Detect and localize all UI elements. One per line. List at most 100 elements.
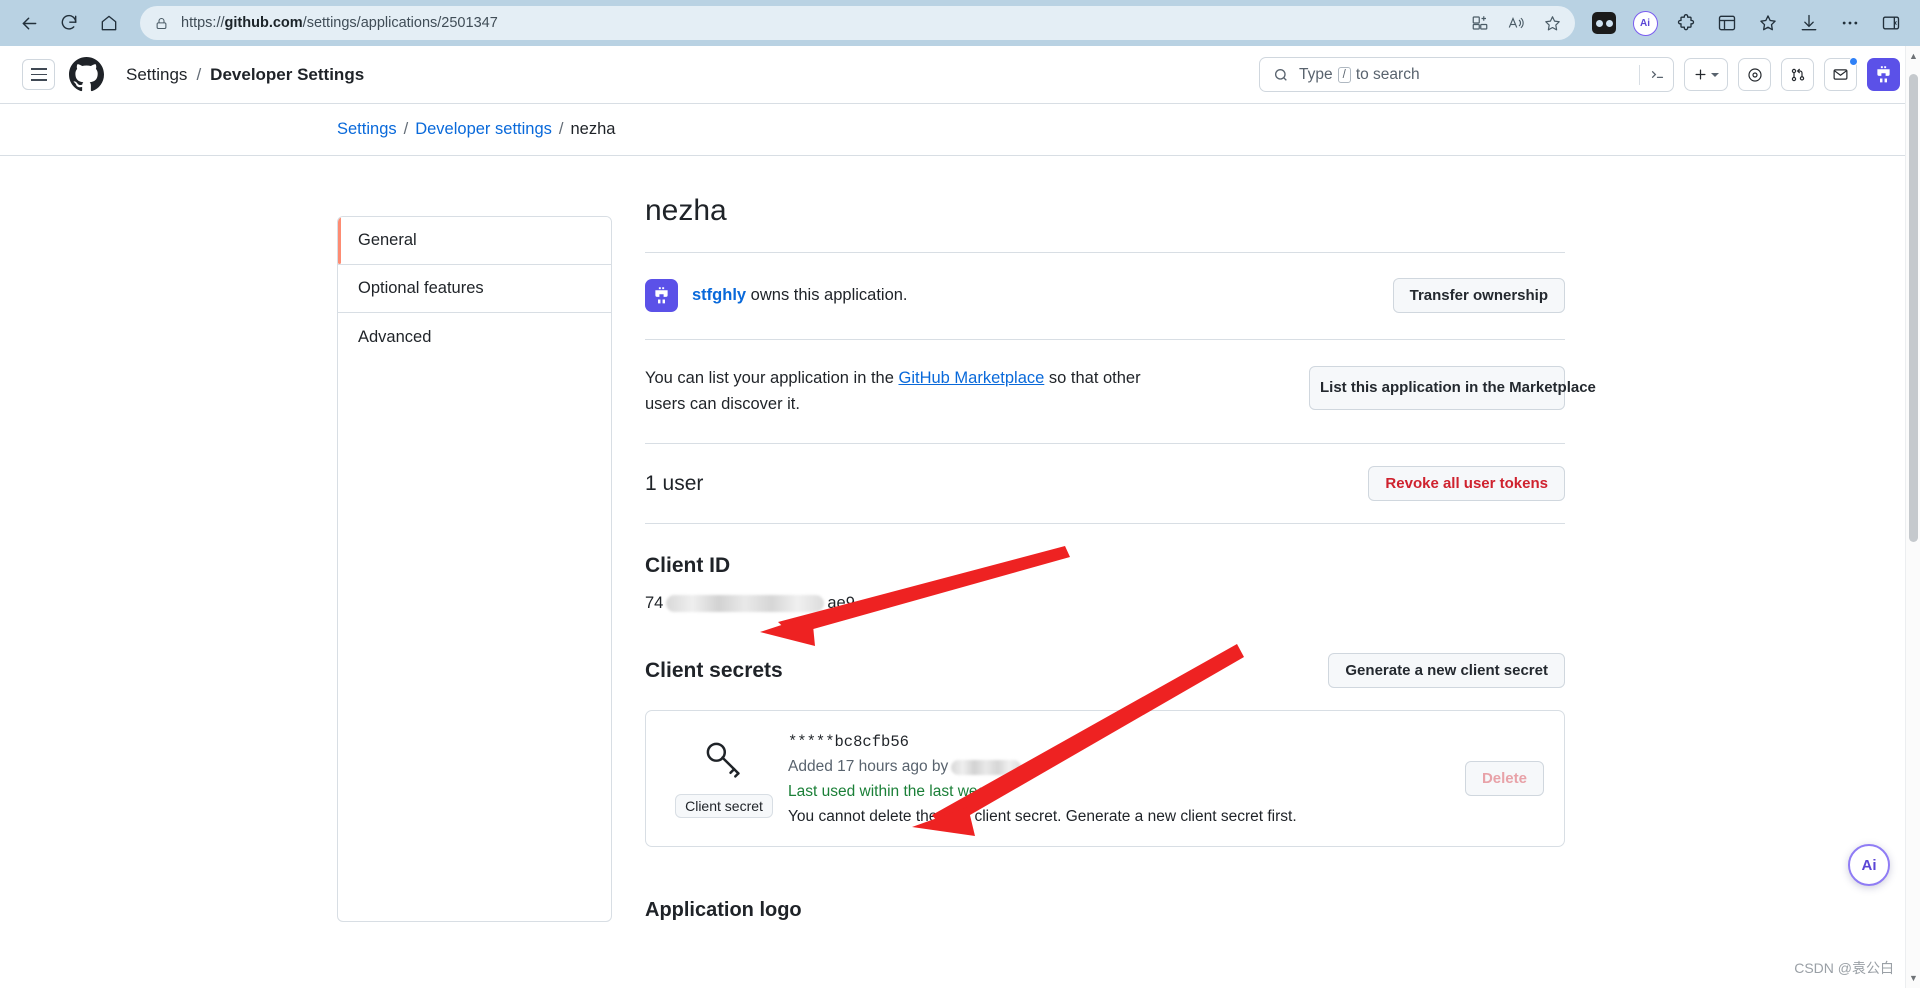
- search-input[interactable]: Type / to search: [1259, 57, 1674, 92]
- owner-username-link[interactable]: stfghly: [692, 286, 746, 304]
- client-id-redacted-region: [666, 595, 825, 613]
- main-column: nezha stfghly owns this application. Tra…: [645, 194, 1596, 922]
- header-breadcrumb-settings[interactable]: Settings: [126, 65, 187, 85]
- create-new-button[interactable]: [1684, 58, 1728, 91]
- pull-requests-button[interactable]: [1781, 58, 1814, 91]
- revoke-all-user-tokens-button[interactable]: Revoke all user tokens: [1368, 466, 1565, 502]
- owner-avatar: [645, 279, 678, 312]
- search-placeholder-suffix: to search: [1355, 65, 1420, 83]
- favorite-star-icon[interactable]: [1535, 8, 1569, 38]
- client-id-heading: Client ID: [645, 554, 731, 578]
- client-secret-label: Client secret: [675, 794, 773, 819]
- back-arrow-icon[interactable]: [10, 6, 48, 40]
- breadcrumb-settings[interactable]: Settings: [337, 120, 397, 139]
- client-id-value-suffix: ae9: [827, 594, 855, 613]
- browser-toolbar-right: Ai: [1585, 6, 1910, 40]
- client-secret-key-block: Client secret: [668, 731, 780, 826]
- client-secret-delete-note: You cannot delete the only client secret…: [788, 808, 1297, 826]
- owner-text: stfghly owns this application.: [692, 286, 908, 305]
- github-header: Settings / Developer Settings Type / to …: [0, 46, 1920, 104]
- owner-text-suffix: owns this application.: [746, 286, 908, 304]
- page-content: General Optional features Advanced nezha…: [0, 156, 1920, 923]
- copilot-icon[interactable]: Ai: [1626, 6, 1664, 40]
- sidebar-toggle-icon[interactable]: [1872, 6, 1910, 40]
- generate-new-client-secret-button[interactable]: Generate a new client secret: [1328, 653, 1565, 689]
- header-breadcrumb-separator: /: [196, 64, 202, 84]
- breadcrumb-separator-2: /: [558, 120, 564, 138]
- client-secret-details: *****bc8cfb56 Added 17 hours ago by Last…: [780, 731, 1465, 826]
- scrollbar-thumb[interactable]: [1909, 74, 1918, 542]
- client-id-value: 74 ae9: [645, 594, 1565, 613]
- breadcrumb-separator-1: /: [403, 120, 409, 138]
- sidebar-item-label: General: [358, 231, 417, 249]
- scroll-down-icon[interactable]: ▼: [1906, 970, 1920, 986]
- url-text: https://github.com/settings/applications…: [181, 15, 498, 31]
- sidebar-item-optional-features[interactable]: Optional features: [338, 265, 611, 313]
- marketplace-text-before: You can list your application in the: [645, 369, 899, 387]
- avatar[interactable]: [1867, 58, 1900, 91]
- client-secrets-heading: Client secrets: [645, 658, 783, 682]
- list-in-marketplace-button[interactable]: List this application in the Marketplace: [1309, 366, 1596, 411]
- client-id-value-prefix: 74: [645, 594, 664, 613]
- collections-icon[interactable]: [1585, 6, 1623, 40]
- browser-toolbar: https://github.com/settings/applications…: [0, 0, 1920, 46]
- client-secret-card: Client secret *****bc8cfb56 Added 17 hou…: [645, 710, 1565, 848]
- command-palette-icon[interactable]: [1639, 64, 1666, 85]
- github-logo-icon[interactable]: [69, 57, 104, 92]
- split-screen-icon[interactable]: [1463, 8, 1497, 38]
- page-scrollbar[interactable]: ▲ ▼: [1905, 46, 1920, 988]
- marketplace-row: You can list your application in the Git…: [645, 340, 1596, 445]
- github-header-actions: Type / to search: [1259, 57, 1900, 92]
- watermark: CSDN @袁公白: [1794, 960, 1894, 976]
- notifications-button[interactable]: [1824, 57, 1858, 91]
- favorites-bar-icon[interactable]: [1749, 6, 1787, 40]
- client-secret-masked-value: *****bc8cfb56: [788, 733, 909, 752]
- application-logo-heading: Application logo: [645, 899, 802, 922]
- refresh-icon[interactable]: [50, 6, 88, 40]
- breadcrumb-developer-settings[interactable]: Developer settings: [415, 120, 552, 139]
- user-count-label: 1 user: [645, 471, 704, 495]
- address-bar[interactable]: https://github.com/settings/applications…: [140, 6, 1575, 40]
- open-menu-icon[interactable]: [22, 59, 55, 90]
- sidebar-item-label: Advanced: [358, 327, 432, 346]
- owner-row: stfghly owns this application. Transfer …: [645, 253, 1565, 340]
- settings-and-more-icon[interactable]: [1831, 6, 1869, 40]
- client-secrets-header: Client secrets Generate a new client sec…: [645, 653, 1565, 689]
- client-secret-last-used: Last used within the last week: [788, 783, 994, 801]
- lock-icon: [154, 16, 169, 31]
- key-icon: [700, 735, 748, 786]
- slash-key-hint: /: [1337, 66, 1351, 83]
- header-breadcrumb-current: Developer Settings: [210, 64, 365, 84]
- page-viewport: Settings / Developer Settings Type / to …: [0, 46, 1920, 988]
- client-secret-author-redacted: [951, 759, 1022, 775]
- browser-essentials-icon[interactable]: [1708, 6, 1746, 40]
- home-icon[interactable]: [90, 6, 128, 40]
- search-placeholder: Type / to search: [1299, 66, 1420, 84]
- settings-sidebar: General Optional features Advanced: [337, 216, 612, 923]
- search-icon: [1273, 67, 1289, 83]
- copilot-glyph: Ai: [1632, 10, 1658, 36]
- breadcrumb: Settings / Developer settings / nezha: [337, 120, 615, 139]
- ai-assistant-floating-button[interactable]: Ai: [1848, 844, 1890, 886]
- breadcrumb-current: nezha: [570, 120, 616, 138]
- marketplace-text: You can list your application in the Git…: [645, 366, 1185, 417]
- read-aloud-icon[interactable]: [1499, 8, 1533, 38]
- chevron-down-icon: [1711, 72, 1719, 77]
- client-secret-added-meta: Added 17 hours ago by: [788, 758, 1465, 776]
- downloads-icon[interactable]: [1790, 6, 1828, 40]
- page-breadcrumb-bar: Settings / Developer settings / nezha: [0, 104, 1920, 156]
- sidebar-item-advanced[interactable]: Advanced: [338, 313, 611, 361]
- scroll-up-icon[interactable]: ▲: [1906, 48, 1920, 64]
- search-placeholder-prefix: Type: [1299, 65, 1333, 83]
- page-title: nezha: [645, 194, 1565, 253]
- transfer-ownership-button[interactable]: Transfer ownership: [1392, 278, 1565, 313]
- issues-button[interactable]: [1738, 58, 1771, 91]
- client-secret-added-text: Added 17 hours ago by: [788, 758, 949, 776]
- extensions-icon[interactable]: [1667, 6, 1705, 40]
- sidebar-item-general[interactable]: General: [338, 217, 611, 265]
- notification-badge: [1849, 57, 1858, 66]
- delete-client-secret-button[interactable]: Delete: [1464, 761, 1544, 797]
- github-marketplace-link[interactable]: GitHub Marketplace: [898, 369, 1044, 387]
- users-row: 1 user Revoke all user tokens: [645, 444, 1565, 525]
- sidebar-item-label: Optional features: [358, 279, 484, 297]
